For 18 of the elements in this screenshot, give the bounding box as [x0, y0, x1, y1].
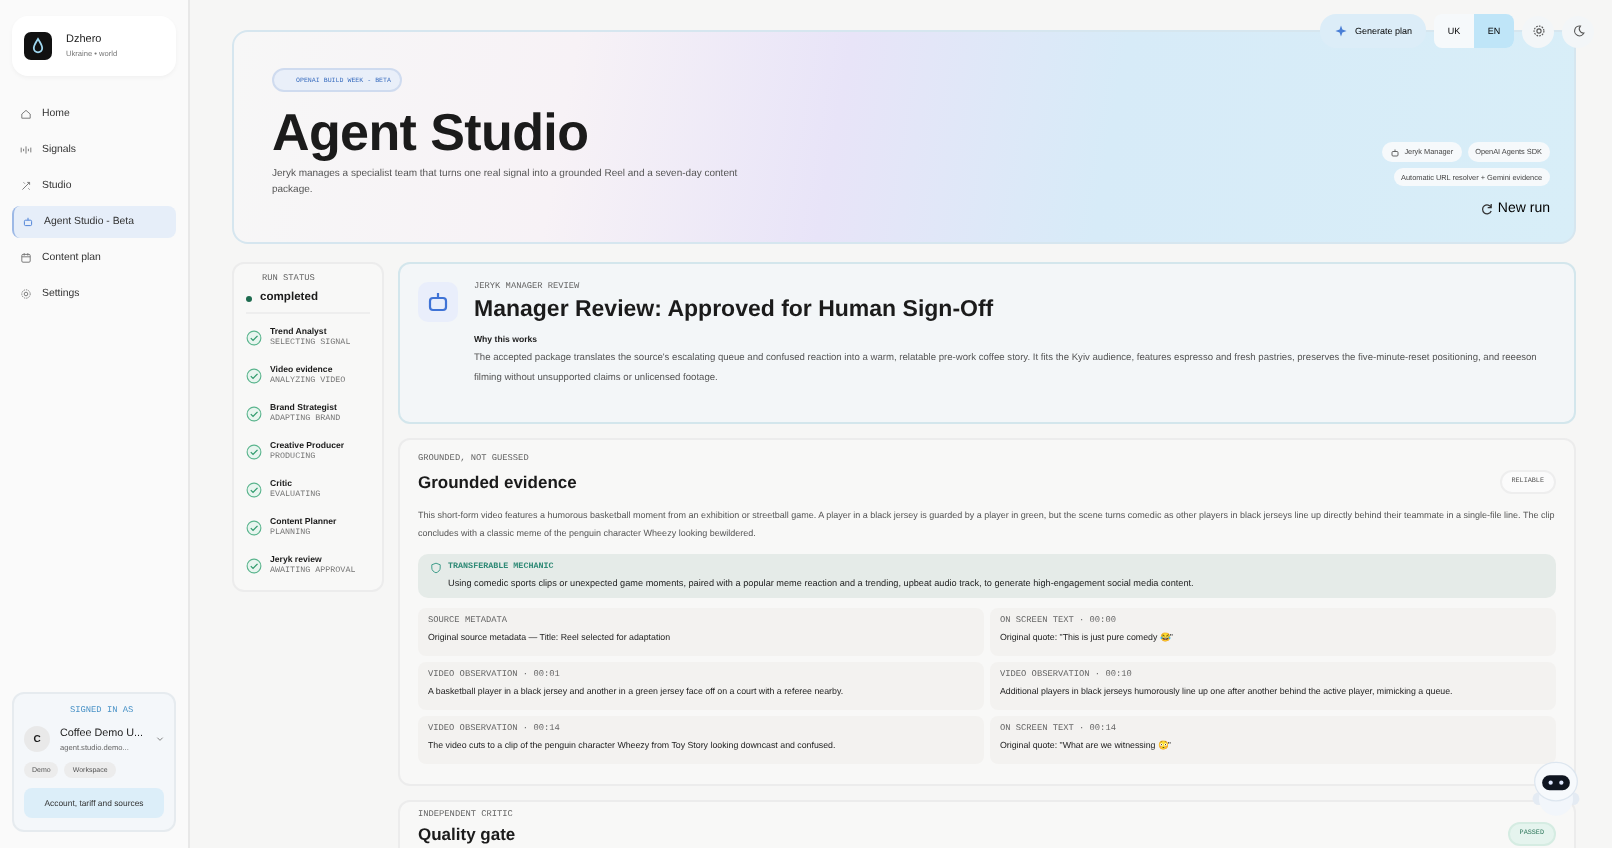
shield-icon [430, 562, 442, 574]
robot-icon [418, 282, 458, 322]
status-dot [246, 295, 252, 301]
chevron-icon[interactable] [156, 736, 164, 742]
robot-icon [1390, 147, 1401, 157]
home-icon [20, 108, 32, 120]
settings-icon [1531, 24, 1545, 38]
page-title: Agent Studio [272, 104, 589, 160]
refresh-icon [1479, 202, 1494, 216]
evidence-title: Grounded evidence [418, 472, 577, 492]
calendar-icon [20, 252, 32, 264]
settings-icon [20, 288, 32, 300]
drop-logo-icon [24, 32, 52, 60]
quality-title: Quality gate [418, 824, 516, 844]
signal-icon [20, 144, 32, 156]
robot-icon [22, 216, 34, 228]
moon-icon [1571, 24, 1585, 38]
review-title: Manager Review: Approved for Human Sign-Off [474, 298, 994, 322]
